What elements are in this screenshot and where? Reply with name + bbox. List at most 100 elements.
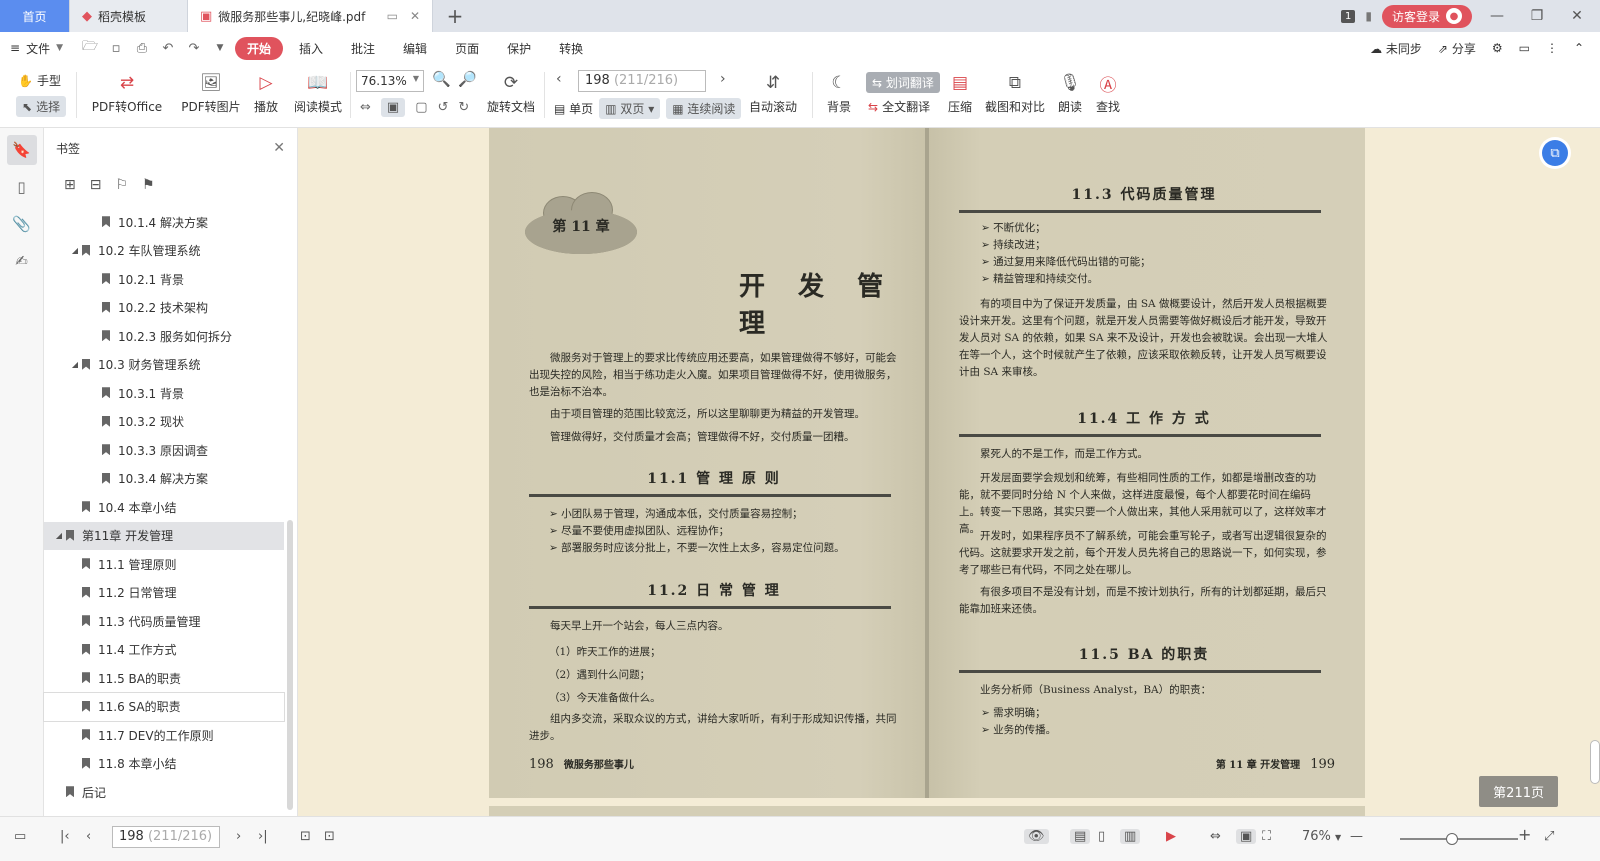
next-page-icon[interactable]: › [720,71,726,87]
bookmark-item[interactable]: 后记 [44,778,284,807]
print-icon[interactable]: ⎙ [131,41,153,56]
menu-tab-convert[interactable]: 转换 [547,37,595,60]
bookmark-item[interactable]: 10.2.1 背景 [44,265,284,294]
expand-icon[interactable]: ⤢ [1544,829,1554,844]
minimize-icon[interactable]: — [1482,8,1512,24]
zoom-slider[interactable] [1400,833,1518,845]
redo-icon[interactable]: ↷ [183,41,205,56]
eye-protect-icon[interactable]: 👁 [1024,829,1049,844]
bookmark-item[interactable]: 11.6 SA的职责 [43,691,285,722]
more-icon[interactable]: ⋮ [1546,41,1558,55]
page-number-input[interactable]: 198 (211/216) [578,70,706,92]
login-button[interactable]: 访客登录 ● [1381,4,1472,28]
menu-tab-start[interactable]: 开始 [235,36,284,60]
float-tool-icon[interactable]: ⧉ [1542,140,1568,166]
tab-template[interactable]: ◆ 稻壳模板 [70,0,188,32]
screenshot-compare-button[interactable]: ⧉ 截图和对比 [984,64,1046,115]
layout-icon[interactable]: ▮ [1365,9,1372,23]
zoom-plus-icon[interactable]: + [1518,825,1531,844]
hand-tool[interactable]: ✋ 手型 [18,72,61,89]
bookmark-item[interactable]: 11.1 管理原则 [44,550,284,579]
actual-size-icon[interactable]: ▢ [415,100,427,115]
find-button[interactable]: Ⓐ 查找 [1092,64,1124,115]
read-mode-button[interactable]: 📖 阅读模式 [292,64,344,115]
bookmark-item[interactable]: 10.3.2 现状 [44,408,284,437]
share-button[interactable]: ⇗ 分享 [1438,40,1476,57]
single-page-button[interactable]: ▤ 单页 [554,100,593,117]
menu-tab-protect[interactable]: 保护 [495,37,543,60]
close-window-icon[interactable]: ✕ [1562,8,1592,24]
bookmark-panel-icon[interactable]: 🔖 [6,135,37,165]
zoom-minus-icon[interactable]: — [1350,829,1363,844]
pin-icon[interactable]: ▭ [387,9,398,23]
delete-bookmark-icon[interactable]: ⚑ [142,177,155,193]
viewer-scrollbar[interactable] [1590,740,1600,784]
prev-page-icon[interactable]: ‹ [556,71,562,87]
notification-count[interactable]: 1 [1341,9,1356,23]
zoom-out-icon[interactable]: 🔍 [432,70,451,88]
bookmark-item[interactable]: 10.3.4 解决方案 [44,465,284,494]
bookmark-item[interactable]: 11.2 日常管理 [44,579,284,608]
comment-icon[interactable]: ▭ [1519,41,1530,55]
menu-tab-insert[interactable]: 插入 [287,37,335,60]
bookmark-item[interactable]: 10.3.3 原因调查 [44,436,284,465]
new-tab-button[interactable]: + [433,0,477,32]
bookmark-item[interactable]: ◢ 第11章 开发管理 [44,521,284,550]
rotate-right-icon[interactable]: ↻ [458,100,469,115]
add-bookmark-icon[interactable]: ⚐ [115,177,128,193]
undo-icon[interactable]: ↶ [157,41,179,56]
thumbnail-panel-icon[interactable]: ▯ [7,172,37,202]
fit-page-bottom-icon[interactable]: ▣ [1236,829,1257,844]
collapse-ribbon-icon[interactable]: ⌃ [1574,41,1584,55]
bookmark-item[interactable]: 11.7 DEV的工作原则 [44,721,284,750]
restore-icon[interactable]: ❐ [1522,8,1552,24]
compress-button[interactable]: ▤ 压缩 [944,64,976,115]
expand-arrow-icon[interactable]: ◢ [54,531,64,540]
more-chevron-icon[interactable]: ▼ [209,43,231,53]
zoom-select[interactable]: 76.13% ▼ [356,70,424,92]
file-menu[interactable]: ≡ 文件 ▼ [10,40,63,57]
select-tool[interactable]: ⬉ 选择 [16,96,67,117]
tab-document[interactable]: ▣ 微服务那些事儿,纪晓峰.pdf ▭ ✕ [188,0,433,32]
menu-tab-page[interactable]: 页面 [443,37,491,60]
save-icon[interactable]: ▫ [105,41,127,56]
continuous-read-button[interactable]: ▦ 连续阅读 [666,98,742,119]
first-page-icon[interactable]: |‹ [60,829,70,844]
read-aloud-button[interactable]: 🎙 朗读 [1054,64,1086,115]
bookmark-item[interactable]: 11.8 本章小结 [44,750,284,779]
expand-arrow-icon[interactable]: ◢ [70,360,80,369]
double-page-button[interactable]: ▥ 双页 ▾ [599,98,661,119]
full-translate-button[interactable]: ⇆ 全文翻译 [868,98,930,115]
next-page-bottom-icon[interactable]: › [236,829,241,844]
menu-tab-annotate[interactable]: 批注 [339,37,387,60]
status-page-input[interactable]: 198 (211/216) [112,826,220,848]
bookmark-item[interactable]: 11.5 BA的职责 [44,664,284,693]
bookmark-item[interactable]: 10.3.1 背景 [44,379,284,408]
expand-arrow-icon[interactable]: ◢ [70,246,80,255]
bookmark-item[interactable]: ◢ 10.2 车队管理系统 [44,237,284,266]
bookmark-scrollbar[interactable] [287,520,293,810]
fullscreen-icon[interactable]: ⛶ [1262,829,1271,844]
menu-tab-edit[interactable]: 编辑 [391,37,439,60]
double-view-icon[interactable]: ▥ [1120,829,1141,844]
continuous-view-icon[interactable]: ▤ [1070,829,1091,844]
zoom-dropdown[interactable]: 76% ▼ [1302,829,1341,844]
settings-icon[interactable]: ⚙ [1492,41,1503,55]
word-translate-button[interactable]: ⇆ 划词翻译 [866,72,940,93]
zoom-in-icon[interactable]: 🔎 [458,70,477,88]
collapse-all-icon[interactable]: ⊟ [90,177,102,193]
signature-panel-icon[interactable]: ✍ [7,246,37,276]
auto-scroll-button[interactable]: ⇵ 自动滚动 [742,64,804,115]
play-bottom-icon[interactable]: ▶ [1166,829,1176,844]
play-button[interactable]: ▷ 播放 [250,64,282,115]
rotate-left-icon[interactable]: ↺ [438,100,449,115]
single-view-icon[interactable]: ▯ [1098,829,1105,844]
next-view-icon[interactable]: ⊡ [324,829,335,844]
prev-page-bottom-icon[interactable]: ‹ [86,829,91,844]
sidebar-toggle-icon[interactable]: ▭ [14,829,26,844]
bookmark-item[interactable]: 11.3 代码质量管理 [44,607,284,636]
close-tab-icon[interactable]: ✕ [410,9,420,23]
close-panel-icon[interactable]: ✕ [273,140,285,156]
open-folder-icon[interactable]: 🗁 [79,37,101,59]
attachment-panel-icon[interactable]: 📎 [7,209,37,239]
